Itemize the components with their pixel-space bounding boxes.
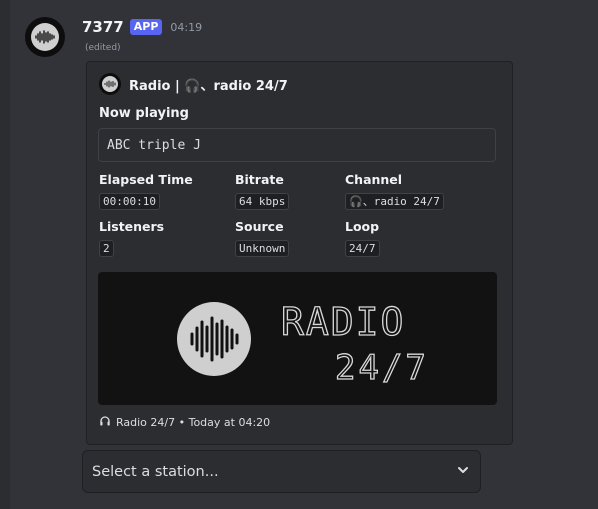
- field-name: Channel: [345, 172, 403, 187]
- channel-list-edge: [0, 0, 10, 509]
- author-waveform-icon: [99, 73, 121, 95]
- field-name: Listeners: [99, 219, 165, 234]
- edited-label: (edited): [85, 43, 121, 53]
- chevron-down-icon: [456, 462, 470, 481]
- footer-text: Radio 24/7 • Today at 04:20: [116, 415, 271, 429]
- field-name: Source: [235, 219, 284, 234]
- embed-author-name: Radio | 🎧、radio 24/7: [129, 78, 288, 94]
- field-name: Loop: [345, 219, 380, 234]
- station-select-placeholder: Select a station...: [92, 463, 219, 480]
- waveform-circle-icon: [177, 302, 251, 376]
- headphones-icon: [99, 415, 111, 430]
- message-timestamp[interactable]: 04:19: [170, 21, 202, 34]
- field-name: Bitrate: [235, 172, 284, 187]
- field-value: 64 kbps: [235, 193, 290, 210]
- now-playing-codeblock: ABC triple J: [98, 128, 496, 162]
- avatar[interactable]: [25, 17, 65, 57]
- field-loop: Loop 24/7: [345, 219, 380, 257]
- field-value: 00:00:10: [99, 193, 160, 210]
- app-badge: APP: [129, 19, 163, 35]
- field-name: Elapsed Time: [99, 172, 193, 187]
- field-value: 🎧、radio 24/7: [345, 193, 444, 210]
- station-select[interactable]: Select a station...: [82, 450, 481, 493]
- now-playing-label: Now playing: [99, 106, 189, 121]
- field-bitrate: Bitrate 64 kbps: [235, 172, 290, 210]
- field-listeners: Listeners 2: [99, 219, 164, 257]
- field-channel: Channel 🎧、radio 24/7: [345, 172, 444, 210]
- message-header: 7377 APP 04:19: [82, 16, 202, 38]
- field-source: Source Unknown: [235, 219, 290, 257]
- radio-banner-image[interactable]: RADIO 24/7: [98, 272, 497, 405]
- waveform-logo-icon: [31, 23, 59, 51]
- embed-author: Radio | 🎧、radio 24/7: [99, 73, 288, 95]
- field-value: 2: [99, 240, 114, 257]
- banner-title: RADIO: [281, 300, 405, 344]
- field-elapsed-time: Elapsed Time 00:00:10: [99, 172, 193, 210]
- field-value: 24/7: [345, 240, 380, 257]
- radio-embed: Radio | 🎧、radio 24/7 Now playing ABC tri…: [86, 61, 513, 445]
- username[interactable]: 7377: [82, 18, 124, 36]
- embed-footer: Radio 24/7 • Today at 04:20: [99, 414, 270, 430]
- field-value: Unknown: [235, 240, 290, 257]
- banner-subtitle: 24/7: [335, 348, 429, 388]
